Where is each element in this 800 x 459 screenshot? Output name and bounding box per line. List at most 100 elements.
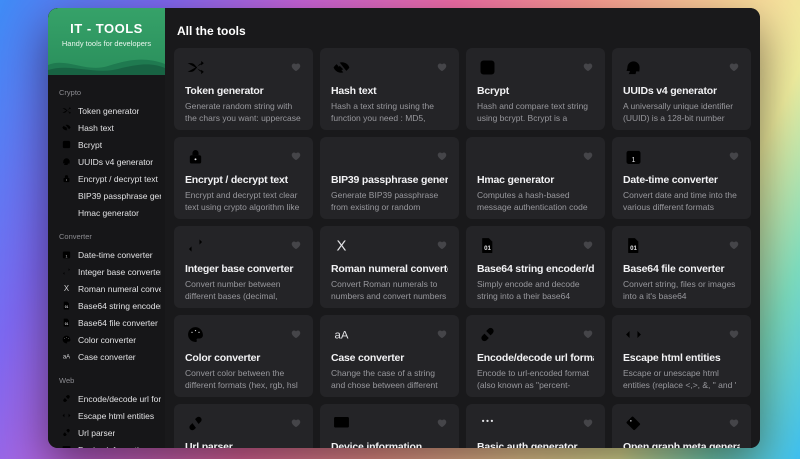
sidebar-item-url-parser[interactable]: Url parser <box>48 424 165 441</box>
favorite-heart-icon[interactable] <box>436 150 448 162</box>
calendar-icon <box>61 249 72 260</box>
favorite-heart-icon[interactable] <box>582 239 594 251</box>
tool-card-encrypt-decrypt-text[interactable]: Encrypt / decrypt text Encrypt and decry… <box>174 137 313 219</box>
sidebar-item-base64-file-converter[interactable]: Base64 file converter <box>48 314 165 331</box>
tool-card-basic-auth-generator[interactable]: Basic auth generator Generate a base64 b… <box>466 404 605 448</box>
tool-card-description: Generate random string with the chars yo… <box>185 101 301 126</box>
sidebar-item-hash-text[interactable]: Hash text <box>48 119 165 136</box>
arrows-left-right-icon <box>185 235 206 256</box>
tool-card-encode-decode-url-formatte[interactable]: Encode/decode url formatte... Encode to … <box>466 315 605 397</box>
tool-card-roman-numeral-converter[interactable]: Roman numeral converter Convert Roman nu… <box>320 226 459 308</box>
tool-card-integer-base-converter[interactable]: Integer base converter Convert number be… <box>174 226 313 308</box>
favorite-heart-icon[interactable] <box>582 150 594 162</box>
tool-card-description: Convert string, files or images into a i… <box>623 279 736 304</box>
tool-card-header <box>331 146 448 167</box>
sidebar-item-roman-numeral-conver[interactable]: Roman numeral conver... <box>48 280 165 297</box>
tool-card-title: Hash text <box>331 85 377 97</box>
tool-card-uuids-v4-generator[interactable]: UUIDs v4 generator A universally unique … <box>612 48 751 130</box>
tool-card-description: Convert Roman numerals to numbers and co… <box>331 279 447 304</box>
tool-card-description: Escape or unescape html entities (replac… <box>623 368 737 393</box>
app-subtitle: Handy tools for developers <box>61 39 152 48</box>
tool-card-header <box>185 413 302 434</box>
sidebar-item-bip39-passphrase-gen[interactable]: BIP39 passphrase gen... <box>48 187 165 204</box>
letter-x-icon <box>331 235 352 256</box>
sidebar-item-bcrypt[interactable]: Bcrypt <box>48 136 165 153</box>
sidebar-item-device-information[interactable]: Device information <box>48 441 165 448</box>
tool-card-base64-file-converter[interactable]: Base64 file converter Convert string, fi… <box>612 226 751 308</box>
tool-card-header <box>623 324 740 345</box>
tool-card-device-information[interactable]: Device information Get information about… <box>320 404 459 448</box>
favorite-heart-icon[interactable] <box>436 61 448 73</box>
sidebar-item-date-time-converter[interactable]: Date-time converter <box>48 246 165 263</box>
favorite-heart-icon[interactable] <box>436 417 448 429</box>
tool-card-header <box>623 235 740 256</box>
lock-square-icon <box>61 139 72 150</box>
favorite-heart-icon[interactable] <box>290 61 302 73</box>
sidebar-item-hmac-generator[interactable]: Hmac generator <box>48 204 165 221</box>
sidebar-item-escape-html-entities[interactable]: Escape html entities <box>48 407 165 424</box>
tool-card-header <box>477 146 594 167</box>
tool-card-date-time-converter[interactable]: Date-time converter Convert date and tim… <box>612 137 751 219</box>
tool-card-open-graph-meta-generator[interactable]: Open graph meta generator Generate open-… <box>612 404 751 448</box>
tool-card-base64-string-encoder-deco[interactable]: Base64 string encoder/deco... Simply enc… <box>466 226 605 308</box>
tool-card-description: Computes a hash-based message authentica… <box>477 190 588 215</box>
favorite-heart-icon[interactable] <box>290 239 302 251</box>
favorite-heart-icon[interactable] <box>728 150 740 162</box>
tool-card-hash-text[interactable]: Hash text Hash a text string using the f… <box>320 48 459 130</box>
sidebar-item-label: Color converter <box>78 334 137 345</box>
tool-card-token-generator[interactable]: Token generator Generate random string w… <box>174 48 313 130</box>
tool-card-case-converter[interactable]: Case converter Change the case of a stri… <box>320 315 459 397</box>
sidebar-item-case-converter[interactable]: Case converter <box>48 348 165 365</box>
shuffle-icon <box>61 105 72 116</box>
sidebar-item-label: Roman numeral conver... <box>78 283 161 294</box>
tool-card-title: Case converter <box>331 352 405 364</box>
tool-card-bcrypt[interactable]: Bcrypt Hash and compare text string usin… <box>466 48 605 130</box>
tool-card-url-parser[interactable]: Url parser Parse an url string to get al… <box>174 404 313 448</box>
favorite-heart-icon[interactable] <box>290 328 302 340</box>
sidebar-section-items: Date-time converter Integer base convert… <box>48 246 165 365</box>
tool-card-escape-html-entities[interactable]: Escape html entities Escape or unescape … <box>612 315 751 397</box>
sidebar-item-integer-base-converter[interactable]: Integer base converter <box>48 263 165 280</box>
file-digit-icon <box>61 317 72 328</box>
sidebar-item-color-converter[interactable]: Color converter <box>48 331 165 348</box>
tool-card-hmac-generator[interactable]: Hmac generator Computes a hash-based mes… <box>466 137 605 219</box>
sidebar-item-label: Token generator <box>78 105 140 116</box>
sidebar-section-label: Web <box>59 376 75 385</box>
sidebar-section-label: Crypto <box>59 88 82 97</box>
favorite-heart-icon[interactable] <box>436 328 448 340</box>
monitor-icon <box>61 444 72 448</box>
favorite-heart-icon[interactable] <box>582 328 594 340</box>
favorite-heart-icon[interactable] <box>728 417 740 429</box>
favorite-heart-icon[interactable] <box>290 150 302 162</box>
favorite-heart-icon[interactable] <box>728 239 740 251</box>
tool-card-title: Date-time converter <box>623 174 718 186</box>
sidebar-header[interactable]: IT - TOOLS Handy tools for developers <box>48 8 165 75</box>
sidebar-item-label: Encode/decode url for... <box>78 393 161 404</box>
sidebar-item-label: BIP39 passphrase gen... <box>78 190 161 201</box>
file-digit-icon <box>477 235 498 256</box>
sidebar-item-base64-string-encoder[interactable]: Base64 string encoder/... <box>48 297 165 314</box>
favorite-heart-icon[interactable] <box>728 328 740 340</box>
favorite-heart-icon[interactable] <box>582 61 594 73</box>
palette-icon <box>185 324 206 345</box>
tool-card-description: Simply encode and decode string into a t… <box>477 279 580 304</box>
align-left-icon <box>331 146 352 167</box>
favorite-heart-icon[interactable] <box>290 417 302 429</box>
tool-card-header <box>623 146 740 167</box>
tool-card-title: Integer base converter <box>185 263 294 275</box>
favorite-heart-icon[interactable] <box>728 61 740 73</box>
sidebar-item-encode-decode-url-for[interactable]: Encode/decode url for... <box>48 390 165 407</box>
tool-card-header <box>477 324 594 345</box>
tool-card-bip39-passphrase-generator[interactable]: BIP39 passphrase generator Generate BIP3… <box>320 137 459 219</box>
align-left-icon <box>61 190 72 201</box>
favorite-heart-icon[interactable] <box>436 239 448 251</box>
tool-card-header <box>623 413 740 434</box>
short-lines-icon <box>61 207 72 218</box>
favorite-heart-icon[interactable] <box>582 417 594 429</box>
tool-card-color-converter[interactable]: Color converter Convert color between th… <box>174 315 313 397</box>
sidebar-item-token-generator[interactable]: Token generator <box>48 102 165 119</box>
page-title: All the tools <box>177 24 246 38</box>
fingerprint-icon <box>61 156 72 167</box>
sidebar-item-uuids-v4-generator[interactable]: UUIDs v4 generator <box>48 153 165 170</box>
sidebar-item-encrypt-decrypt-text[interactable]: Encrypt / decrypt text <box>48 170 165 187</box>
